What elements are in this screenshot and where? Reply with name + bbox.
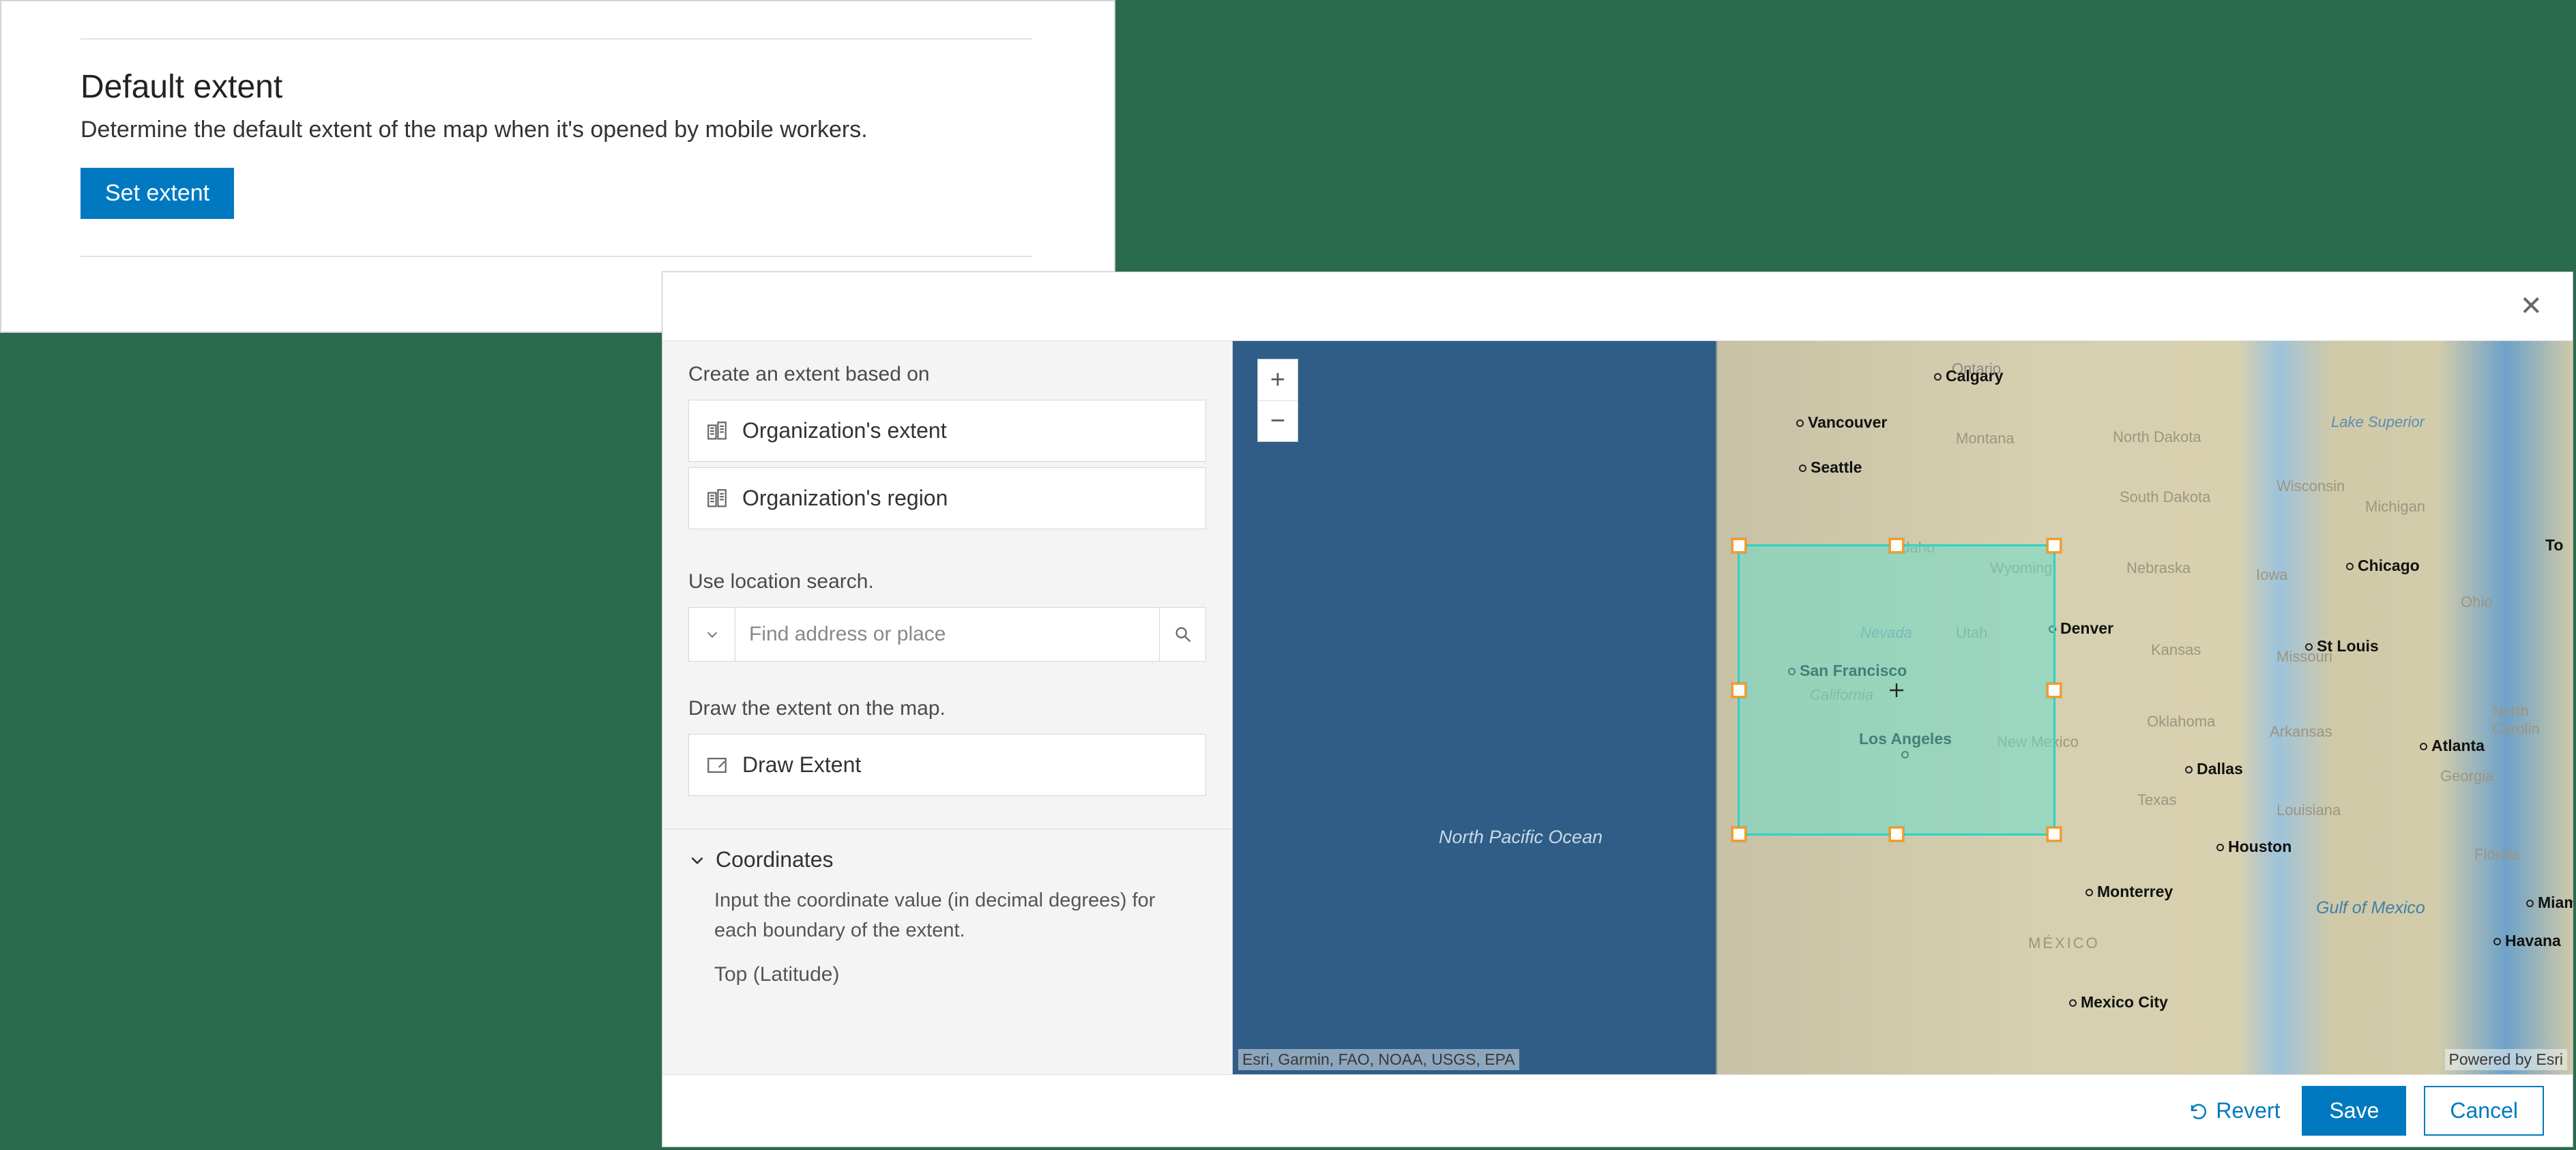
resize-handle-nw[interactable] <box>1731 538 1746 553</box>
revert-button[interactable]: Revert <box>2184 1090 2284 1132</box>
create-based-on-label: Create an extent based on <box>662 341 1232 400</box>
dialog-header: ✕ <box>662 272 2573 340</box>
draw-extent-button[interactable]: Draw Extent <box>688 734 1206 796</box>
city-label: Denver <box>2049 619 2113 638</box>
draw-extent-text: Draw Extent <box>742 752 861 778</box>
powered-by: Powered by Esri <box>2445 1049 2567 1070</box>
set-extent-dialog: ✕ Create an extent based on Organization… <box>662 271 2573 1147</box>
state-label: Iowa <box>2256 566 2287 584</box>
city-label: Havana <box>2493 932 2561 950</box>
resize-handle-s[interactable] <box>1889 827 1904 842</box>
state-label: Arkansas <box>2270 723 2332 741</box>
cancel-button[interactable]: Cancel <box>2424 1086 2544 1136</box>
lake-label: Lake Superior <box>2331 413 2425 431</box>
state-label: Kansas <box>2151 641 2201 659</box>
state-label: North Carolin <box>2492 703 2573 738</box>
city-label: Vancouver <box>1796 413 1887 432</box>
city-label: Houston <box>2216 838 2292 856</box>
ocean-label: North Pacific Ocean <box>1439 825 1602 849</box>
state-label: Louisiana <box>2277 801 2341 819</box>
zoom-in-button[interactable]: + <box>1258 359 1298 400</box>
coordinates-top-label: Top (Latitude) <box>662 945 1232 986</box>
extent-rectangle[interactable] <box>1738 544 2055 836</box>
map-area[interactable]: North Pacific Ocean Gulf of Mexico Ontar… <box>1233 340 2573 1074</box>
city-label: Seattle <box>1799 458 1862 477</box>
city-label: Mexico City <box>2069 993 2168 1012</box>
divider <box>80 38 1032 40</box>
state-label: Florida <box>2474 846 2520 864</box>
gulf-label: Gulf of Mexico <box>2316 897 2425 919</box>
city-label: Miami <box>2526 894 2573 912</box>
state-label: Michigan <box>2365 498 2425 516</box>
map-attribution: Esri, Garmin, FAO, NOAA, USGS, EPA <box>1238 1049 1519 1070</box>
panel-scroll[interactable]: Create an extent based on Organization's… <box>662 341 1232 1074</box>
resize-handle-n[interactable] <box>1889 538 1904 553</box>
crosshair-icon <box>1888 682 1905 698</box>
save-button[interactable]: Save <box>2302 1086 2406 1136</box>
state-label: Nebraska <box>2126 559 2191 577</box>
search-input[interactable] <box>735 608 1159 661</box>
coordinates-heading: Coordinates <box>716 847 834 872</box>
dialog-body: Create an extent based on Organization's… <box>662 340 2573 1074</box>
org-region-label: Organization's region <box>742 486 948 511</box>
city-label: St Louis <box>2305 637 2379 655</box>
extent-config-panel: Create an extent based on Organization's… <box>662 340 1233 1074</box>
org-extent-label: Organization's extent <box>742 418 947 443</box>
org-extent-option[interactable]: Organization's extent <box>688 400 1206 462</box>
state-label: South Dakota <box>2120 488 2210 506</box>
search-row <box>688 607 1206 662</box>
city-label: Calgary <box>1934 367 2003 385</box>
coordinates-toggle[interactable]: Coordinates <box>662 829 1232 881</box>
city-label: To <box>2545 536 2563 555</box>
city-label: Atlanta <box>2420 737 2485 755</box>
divider <box>80 256 1032 257</box>
location-search-label: Use location search. <box>662 535 1232 607</box>
organization-icon <box>705 487 729 510</box>
dialog-footer: Revert Save Cancel <box>662 1074 2573 1147</box>
card-title: Default extent <box>80 68 1032 106</box>
resize-handle-sw[interactable] <box>1731 827 1746 842</box>
search-button[interactable] <box>1159 608 1205 661</box>
state-label: North Dakota <box>2113 428 2201 446</box>
state-label: Ohio <box>2461 593 2492 611</box>
card-description: Determine the default extent of the map … <box>80 117 1032 143</box>
state-label: Montana <box>1956 430 2015 447</box>
organization-icon <box>705 419 729 443</box>
draw-extent-label: Draw the extent on the map. <box>662 662 1232 734</box>
state-label: Wisconsin <box>2277 477 2345 495</box>
revert-label: Revert <box>2216 1098 2280 1123</box>
org-region-option[interactable]: Organization's region <box>688 467 1206 529</box>
draw-extent-icon <box>705 754 729 777</box>
city-label: Dallas <box>2185 760 2243 778</box>
zoom-controls: + − <box>1257 359 1298 442</box>
resize-handle-ne[interactable] <box>2047 538 2062 553</box>
state-label: Oklahoma <box>2147 713 2215 731</box>
state-label: Texas <box>2137 791 2176 809</box>
city-label: Monterrey <box>2085 883 2173 901</box>
close-icon[interactable]: ✕ <box>2514 287 2548 325</box>
coordinates-description: Input the coordinate value (in decimal d… <box>662 881 1232 945</box>
set-extent-button[interactable]: Set extent <box>80 168 234 219</box>
resize-handle-w[interactable] <box>1731 683 1746 698</box>
resize-handle-se[interactable] <box>2047 827 2062 842</box>
country-label: MÉXICO <box>2028 934 2100 952</box>
resize-handle-e[interactable] <box>2047 683 2062 698</box>
state-label: Georgia <box>2440 767 2493 785</box>
zoom-out-button[interactable]: − <box>1258 400 1298 441</box>
city-label: Chicago <box>2346 557 2420 575</box>
search-source-dropdown[interactable] <box>689 608 735 661</box>
coordinates-section: Coordinates Input the coordinate value (… <box>662 829 1232 986</box>
